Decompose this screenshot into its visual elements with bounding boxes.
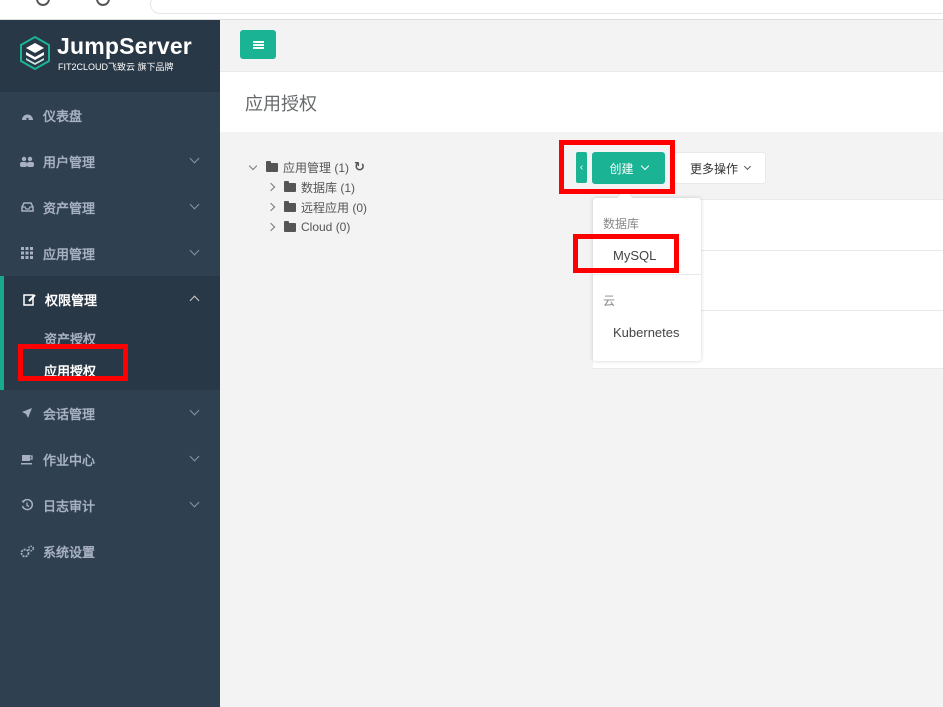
sidebar-item-label: 系统设置 xyxy=(43,544,96,560)
chevron-right-icon[interactable] xyxy=(266,202,276,212)
page-title: 应用授权 xyxy=(245,94,317,114)
top-navbar xyxy=(220,20,943,72)
brand-title: JumpServer xyxy=(57,33,192,59)
annotation-highlight-box xyxy=(573,234,679,273)
sidebar-item-audits[interactable]: 日志审计 xyxy=(0,482,220,528)
inbox-icon xyxy=(20,200,34,214)
folder-icon xyxy=(284,180,296,192)
sidebar-item-permissions[interactable]: 权限管理 xyxy=(4,276,220,322)
browser-back-icon[interactable] xyxy=(36,0,50,6)
dropdown-header-database: 数据库 xyxy=(603,217,640,231)
sidebar-item-label: 权限管理 xyxy=(45,292,98,308)
sidebar-item-label: 作业中心 xyxy=(43,452,96,468)
tree-node-label: 数据库 (1) xyxy=(301,180,356,195)
sidebar-item-label: 仪表盘 xyxy=(43,108,83,124)
folder-icon xyxy=(284,220,296,232)
sidebar-item-assets[interactable]: 资产管理 xyxy=(0,184,220,230)
annotation-highlight-box xyxy=(559,140,675,194)
sidebar-item-settings[interactable]: 系统设置 xyxy=(0,528,220,574)
sidebar-item-label: 用户管理 xyxy=(43,154,96,170)
dropdown-divider xyxy=(593,274,701,275)
rocket-icon xyxy=(20,406,34,420)
history-icon xyxy=(20,498,34,512)
jumpserver-logo-icon xyxy=(20,36,50,70)
chevron-right-icon[interactable] xyxy=(266,182,276,192)
brand-subtitle: FIT2CLOUD飞致云 旗下品牌 xyxy=(58,62,174,72)
dropdown-header-cloud: 云 xyxy=(603,294,616,308)
dropdown-item-kubernetes[interactable]: Kubernetes xyxy=(613,325,680,340)
tree-node-label: Cloud (0) xyxy=(301,220,351,234)
sidebar-toggle-button[interactable] xyxy=(240,30,276,59)
tree-node-label: 远程应用 (0) xyxy=(301,200,368,215)
chevron-down-icon xyxy=(189,497,200,508)
folder-open-icon xyxy=(266,160,278,172)
grid-icon xyxy=(20,246,34,260)
sidebar-item-dashboard[interactable]: 仪表盘 xyxy=(0,92,220,138)
chevron-down-icon xyxy=(189,405,200,416)
dashboard-icon xyxy=(20,108,34,122)
chevron-right-icon[interactable] xyxy=(266,222,276,232)
chevron-down-icon xyxy=(189,199,200,210)
chevron-up-icon xyxy=(189,295,200,306)
browser-toolbar xyxy=(0,0,943,20)
tree-node-cloud[interactable]: Cloud (0) xyxy=(250,217,367,237)
sidebar-item-label: 资产管理 xyxy=(43,200,96,216)
coffee-icon xyxy=(20,452,34,466)
chevron-down-icon xyxy=(743,162,752,170)
refresh-icon[interactable]: ↻ xyxy=(354,159,365,175)
sidebar-item-jobs[interactable]: 作业中心 xyxy=(0,436,220,482)
edit-icon xyxy=(22,292,36,306)
more-actions-label: 更多操作 xyxy=(689,161,738,176)
sidebar-item-label: 会话管理 xyxy=(43,406,96,422)
chevron-down-icon xyxy=(189,245,200,256)
more-actions-button[interactable]: 更多操作 xyxy=(674,152,766,184)
create-dropdown-menu: 数据库 MySQL 云 Kubernetes xyxy=(593,198,701,361)
menu-icon xyxy=(252,40,264,49)
users-icon xyxy=(20,154,34,168)
chevron-down-icon[interactable] xyxy=(248,161,258,170)
browser-info-icon[interactable] xyxy=(96,0,110,6)
brand-logo[interactable]: JumpServer FIT2CLOUD飞致云 旗下品牌 xyxy=(0,20,220,92)
chevron-down-icon xyxy=(189,153,200,164)
sidebar-item-applications[interactable]: 应用管理 xyxy=(0,230,220,276)
sidebar-item-users[interactable]: 用户管理 xyxy=(0,138,220,184)
tree-node-remote-app[interactable]: 远程应用 (0) xyxy=(250,197,367,217)
sidebar-item-label: 日志审计 xyxy=(43,498,96,514)
cogs-icon xyxy=(20,544,34,558)
annotation-highlight-box xyxy=(18,344,128,381)
page-heading: 应用授权 xyxy=(220,72,943,132)
application-tree: 应用管理 (1) ↻ 数据库 (1) 远程应用 (0) Cloud (0) xyxy=(248,157,367,237)
tree-node-label: 应用管理 (1) xyxy=(283,160,350,175)
tree-node-root[interactable]: 应用管理 (1) ↻ xyxy=(248,157,367,177)
chevron-down-icon xyxy=(189,451,200,462)
sidebar-item-sessions[interactable]: 会话管理 xyxy=(0,390,220,436)
tree-node-database[interactable]: 数据库 (1) xyxy=(250,177,367,197)
sidebar-item-label: 应用管理 xyxy=(43,246,96,262)
folder-icon xyxy=(284,200,296,212)
browser-address-bar[interactable] xyxy=(150,0,943,14)
